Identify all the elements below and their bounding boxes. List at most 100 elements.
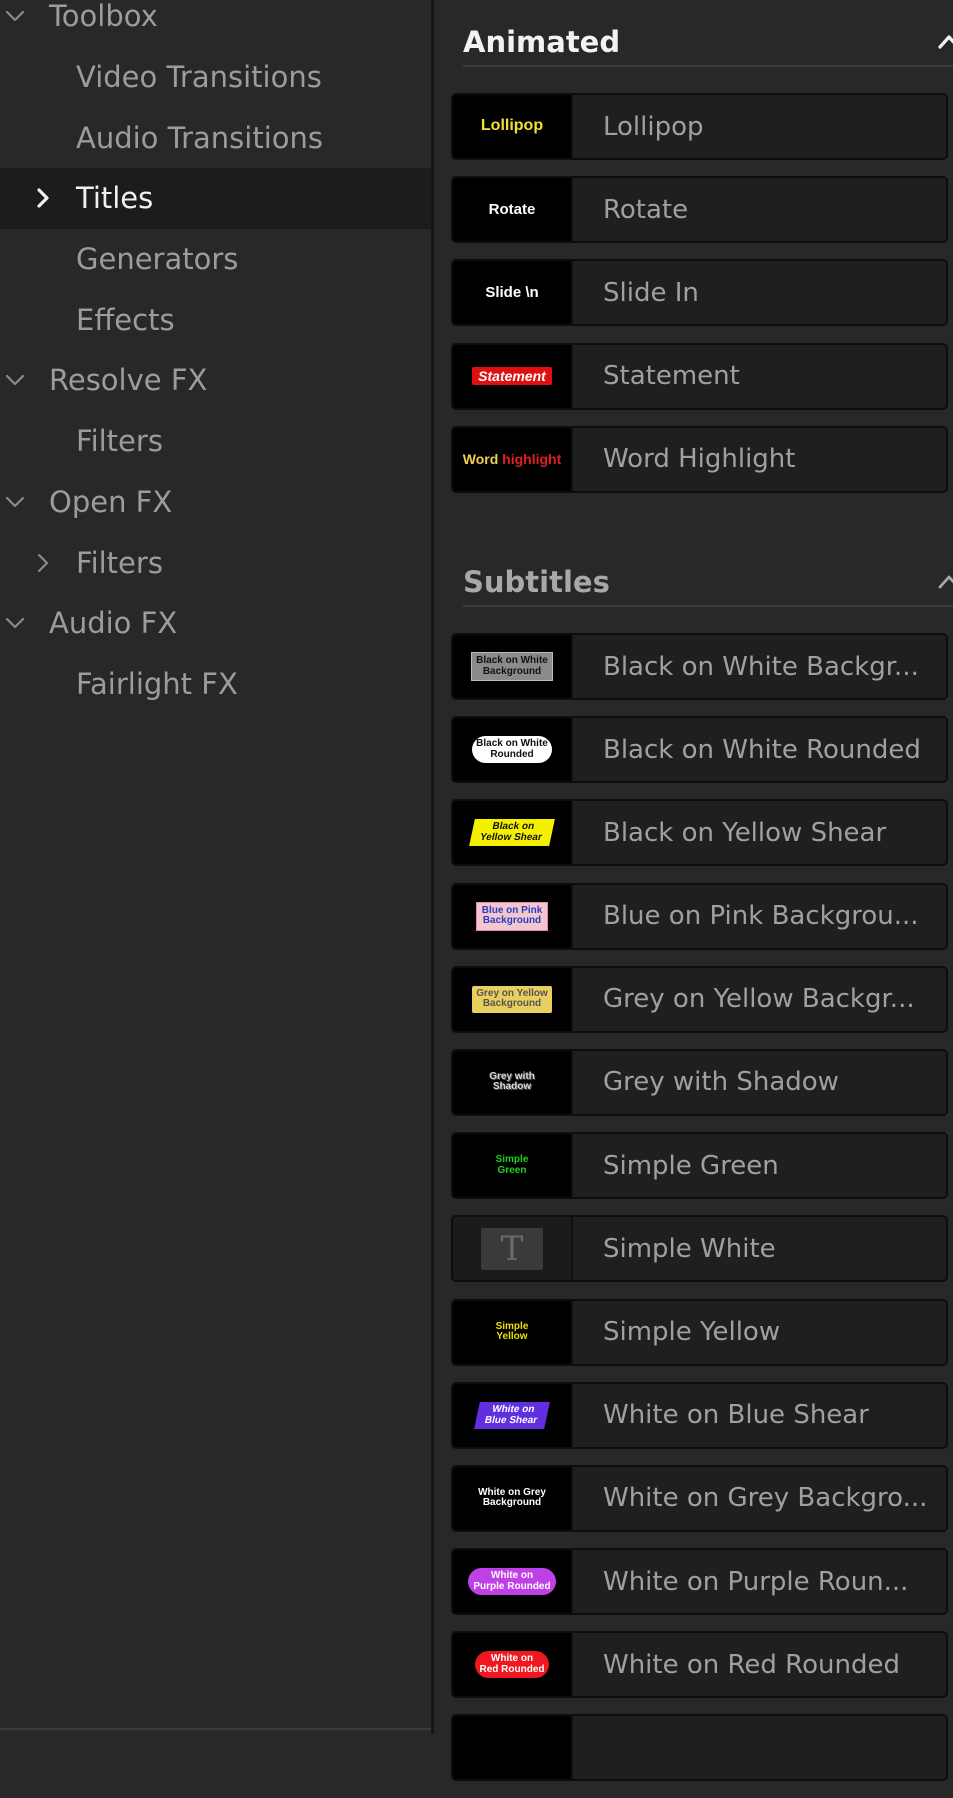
sidebar-item-label: Filters (76, 424, 163, 459)
chevron-down-icon[interactable] (4, 612, 26, 634)
animated-titles-list: Lollipop Lollipop Rotate Rotate Slide \n Slid… (451, 93, 948, 509)
section-title-animated: Animated (463, 25, 621, 59)
thumbnail-text-line: Blue Shear (483, 1414, 539, 1426)
title-tile-name: Black on Yellow Shear (603, 817, 887, 848)
title-thumbnail (453, 1716, 573, 1780)
thumbnail-text: White on Blue Shear (474, 1401, 550, 1429)
title-thumbnail: Blue on Pink Background (453, 884, 573, 948)
title-tile[interactable]: Word highlight Word Highlight (451, 425, 948, 493)
title-thumbnail: Grey with Shadow (453, 1050, 573, 1114)
text-placeholder-icon: T (481, 1227, 543, 1270)
title-tile-name: Black on White Rounded (603, 734, 921, 765)
chevron-down-icon[interactable] (4, 369, 26, 391)
thumbnail-text: Grey on Yellow Background (472, 985, 552, 1013)
title-tile-name: Lollipop (603, 111, 704, 142)
thumbnail-text: Black on White Rounded (472, 736, 552, 764)
sidebar-item-toolbox[interactable]: Toolbox (0, 0, 431, 47)
sidebar-item-audio-transitions[interactable]: Audio Transitions (0, 107, 431, 168)
title-tile[interactable]: Grey with Shadow Grey with Shadow (451, 1048, 948, 1116)
title-tile[interactable]: Black on Yellow Shear Black on Yellow Shea… (451, 799, 948, 867)
chevron-down-icon[interactable] (4, 369, 26, 391)
sidebar-item-titles[interactable]: Titles (0, 168, 431, 229)
title-tile-name: White on Red Rounded (603, 1649, 900, 1680)
title-tile[interactable] (451, 1714, 948, 1782)
chevron-right-icon[interactable] (32, 187, 54, 209)
sidebar-item-fairlight-fx[interactable]: Fairlight FX (0, 654, 431, 715)
sidebar-item-video-transitions[interactable]: Video Transitions (0, 47, 431, 108)
chevron-up-icon[interactable] (936, 29, 953, 55)
title-tile[interactable]: Grey on Yellow Background Grey on Yellow B… (451, 965, 948, 1033)
chevron-down-icon[interactable] (4, 491, 26, 513)
title-tile-name: Black on White Backgr... (603, 651, 919, 682)
thumbnail-text-line: Green (497, 1164, 527, 1176)
title-thumbnail: Rotate (453, 178, 573, 242)
thumbnail-text-line: Rounded (490, 748, 534, 760)
title-thumbnail: T (453, 1217, 573, 1281)
chevron-down-icon[interactable] (4, 5, 26, 27)
title-tile[interactable]: White on Purple Rounded White on Purple Ro… (451, 1548, 948, 1616)
thumbnail-text-line: Red Rounded (479, 1663, 545, 1675)
title-tile[interactable]: T Simple White (451, 1215, 948, 1283)
sidebar-item-filters[interactable]: Filters (0, 411, 431, 472)
title-tile-name: Statement (603, 361, 740, 392)
chevron-right-icon[interactable] (32, 552, 54, 574)
effects-library-sidebar: Toolbox Video Transitions Audio Transition… (0, 0, 434, 1734)
title-tile[interactable]: Statement Statement (451, 342, 948, 410)
title-thumbnail: Black on White Rounded (453, 718, 573, 782)
title-tile-name: White on Blue Shear (603, 1400, 869, 1431)
section-title-subtitles: Subtitles (463, 565, 610, 599)
section-header-animated[interactable]: Animated (463, 17, 953, 67)
thumbnail-text-highlight: highlight (502, 450, 562, 467)
sidebar-tree: Toolbox Video Transitions Audio Transition… (0, 0, 431, 714)
title-thumbnail: Grey on Yellow Background (453, 967, 573, 1031)
title-thumbnail: Statement (453, 344, 573, 408)
title-tile[interactable]: Black on White Rounded Black on White Roun… (451, 716, 948, 784)
thumbnail-text-primary: Word (462, 450, 499, 467)
sidebar-item-generators[interactable]: Generators (0, 229, 431, 290)
title-tile[interactable]: Slide \n Slide In (451, 259, 948, 327)
title-thumbnail: Simple Yellow (453, 1300, 573, 1364)
title-tile-name: Word Highlight (603, 444, 796, 475)
title-tile-name: Slide In (603, 277, 699, 308)
title-tile-name: Simple Green (603, 1150, 779, 1181)
sidebar-item-label: Audio FX (49, 606, 178, 641)
title-thumbnail: Word highlight (453, 427, 573, 491)
thumbnail-text: White on Grey Background (478, 1487, 546, 1509)
section-header-subtitles[interactable]: Subtitles (463, 557, 953, 607)
chevron-right-icon[interactable] (32, 187, 54, 209)
chevron-right-icon[interactable] (32, 552, 54, 574)
title-tile[interactable]: Black on White Background Black on White B… (451, 633, 948, 700)
thumbnail-text: Word highlight (463, 452, 562, 467)
title-tile[interactable]: Simple Green Simple Green (451, 1132, 948, 1200)
chevron-down-icon[interactable] (4, 491, 26, 513)
sidebar-item-open-fx[interactable]: Open FX (0, 472, 431, 533)
thumbnail-text-line: Background (482, 915, 542, 927)
title-thumbnail: White on Blue Shear (453, 1383, 573, 1447)
sidebar-item-label: Audio Transitions (76, 120, 323, 155)
chevron-down-icon[interactable] (4, 612, 26, 634)
chevron-down-icon[interactable] (4, 5, 26, 27)
title-tile[interactable]: Lollipop Lollipop (451, 93, 948, 160)
title-tile-name: Simple Yellow (603, 1317, 781, 1347)
title-tile[interactable]: White on Red Rounded White on Red Rounded (451, 1631, 948, 1699)
chevron-up-icon[interactable] (936, 569, 953, 595)
thumbnail-text: Statement (472, 366, 552, 386)
sidebar-item-filters[interactable]: Filters (0, 532, 431, 593)
title-thumbnail: Black on White Background (453, 635, 573, 698)
sidebar-item-audio-fx[interactable]: Audio FX (0, 593, 431, 654)
thumbnail-text: Blue on Pink Background (476, 901, 548, 931)
title-tile[interactable]: Rotate Rotate (451, 176, 948, 244)
thumbnail-text-line: Slide \n (485, 284, 539, 301)
title-thumbnail: Black on Yellow Shear (453, 801, 573, 865)
title-tile[interactable]: White on Grey Background White on Grey Bac… (451, 1464, 948, 1532)
thumbnail-text: Lollipop (481, 117, 543, 135)
sidebar-item-label: Open FX (49, 484, 173, 519)
sidebar-item-effects[interactable]: Effects (0, 289, 431, 350)
sidebar-item-label: Toolbox (49, 0, 158, 34)
title-tile[interactable]: Simple Yellow Simple Yellow (451, 1298, 948, 1366)
title-tile-name: Simple White (603, 1233, 776, 1264)
title-tile[interactable]: Blue on Pink Background Blue on Pink Backg… (451, 882, 948, 950)
sidebar-item-resolve-fx[interactable]: Resolve FX (0, 350, 431, 411)
title-tile[interactable]: White on Blue Shear White on Blue Shear (451, 1381, 948, 1449)
thumbnail-text: Slide \n (485, 285, 538, 301)
